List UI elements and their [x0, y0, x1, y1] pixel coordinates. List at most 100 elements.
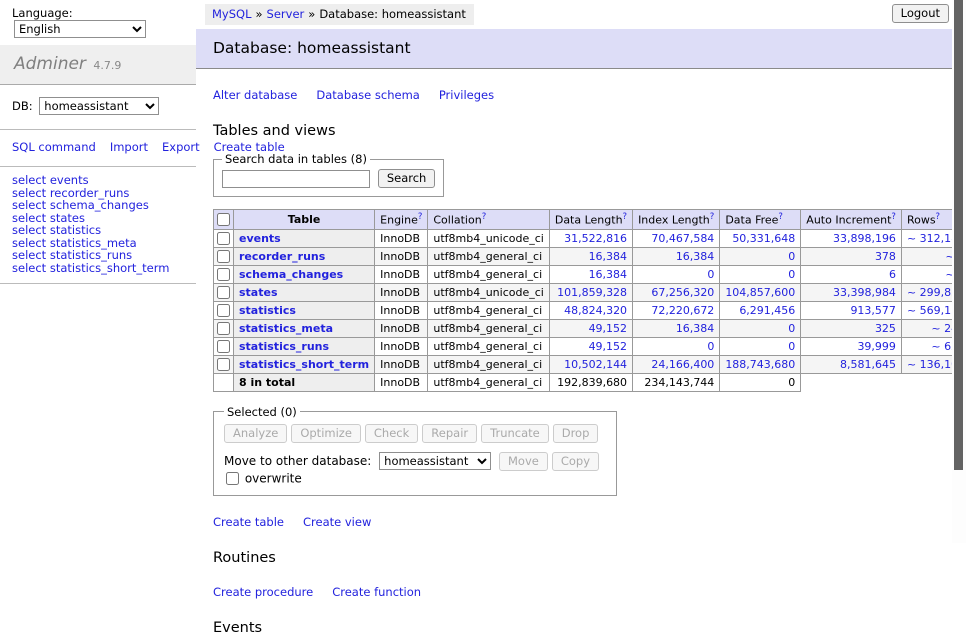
sidebar-link-export[interactable]: Export — [162, 140, 200, 154]
auto-increment-link[interactable]: 39,999 — [857, 340, 896, 353]
column-header-label: Rows — [907, 214, 936, 227]
column-help-link[interactable]: ? — [778, 212, 783, 222]
data-length-link[interactable]: 16,384 — [589, 250, 628, 263]
table-name-link[interactable]: statistics — [239, 304, 296, 317]
data-free-link[interactable]: 0 — [788, 250, 795, 263]
breadcrumb-link-server[interactable]: Server — [267, 7, 305, 21]
create-link-create-view[interactable]: Create view — [303, 515, 371, 529]
index-length-link[interactable]: 24,166,400 — [651, 358, 714, 371]
search-input[interactable] — [222, 170, 370, 188]
row-checkbox-cell — [214, 355, 234, 373]
table-name-link[interactable]: recorder_runs — [239, 250, 325, 263]
data-free-link[interactable]: 188,743,680 — [725, 358, 795, 371]
action-link-alter-database[interactable]: Alter database — [213, 88, 297, 102]
row-checkbox[interactable] — [217, 268, 230, 281]
data-free-link[interactable]: 0 — [788, 322, 795, 335]
row-checkbox[interactable] — [217, 304, 230, 317]
table-name-link[interactable]: statistics_runs — [239, 340, 329, 353]
move-db-select[interactable]: homeassistant — [379, 452, 491, 470]
auto-increment-link[interactable]: 33,398,984 — [833, 286, 896, 299]
column-help-link[interactable]: ? — [710, 212, 715, 222]
index-length-link[interactable]: 0 — [707, 268, 714, 281]
breadcrumb-link-mysql[interactable]: MySQL — [212, 7, 252, 21]
repair-button[interactable]: Repair — [422, 424, 477, 443]
data-length-link[interactable]: 31,522,816 — [564, 232, 627, 245]
move-button[interactable]: Move — [499, 452, 548, 471]
sidebar-select-schema_changes[interactable]: select schema_changes — [12, 199, 184, 212]
row-checkbox[interactable] — [217, 250, 230, 263]
column-help-link[interactable]: ? — [418, 212, 423, 222]
db-select[interactable]: homeassistant — [39, 97, 159, 115]
routine-link-create-procedure[interactable]: Create procedure — [213, 585, 313, 599]
breadcrumb-separator: » — [308, 7, 315, 21]
data-free-link[interactable]: 0 — [788, 268, 795, 281]
action-link-privileges[interactable]: Privileges — [439, 88, 494, 102]
auto-increment-link[interactable]: 378 — [875, 250, 896, 263]
column-help-link[interactable]: ? — [623, 212, 628, 222]
data-length-cell: 16,384 — [549, 265, 632, 283]
logout-button[interactable]: Logout — [892, 4, 949, 23]
index-length-link[interactable]: 16,384 — [676, 250, 715, 263]
table-name-link[interactable]: statistics_meta — [239, 322, 333, 335]
sidebar-select-statistics_runs[interactable]: select statistics_runs — [12, 249, 184, 262]
app-version: 4.7.9 — [93, 59, 121, 72]
row-checkbox[interactable] — [217, 358, 230, 371]
create-link-create-table[interactable]: Create table — [213, 515, 284, 529]
vertical-scrollbar[interactable] — [952, 0, 966, 543]
table-name-link[interactable]: statistics_short_term — [239, 358, 369, 371]
sidebar-select-events[interactable]: select events — [12, 174, 184, 187]
overwrite-checkbox[interactable] — [226, 472, 239, 485]
column-help-link[interactable]: ? — [936, 212, 941, 222]
data-length-link[interactable]: 101,859,328 — [557, 286, 627, 299]
breadcrumb: MySQL»Server»Database: homeassistant — [205, 4, 474, 25]
language-select[interactable]: English — [14, 20, 146, 38]
auto-increment-link[interactable]: 913,577 — [850, 304, 896, 317]
row-checkbox[interactable] — [217, 340, 230, 353]
data-length-link[interactable]: 49,152 — [589, 340, 628, 353]
search-button[interactable]: Search — [378, 169, 436, 188]
analyze-button[interactable]: Analyze — [224, 424, 287, 443]
row-checkbox[interactable] — [217, 232, 230, 245]
row-checkbox[interactable] — [217, 286, 230, 299]
index-length-link[interactable]: 72,220,672 — [651, 304, 714, 317]
sidebar-select-statistics_short_term[interactable]: select statistics_short_term — [12, 262, 184, 275]
sidebar-link-sql-command[interactable]: SQL command — [12, 140, 96, 154]
data-length-link[interactable]: 48,824,320 — [564, 304, 627, 317]
routine-link-create-function[interactable]: Create function — [332, 585, 421, 599]
column-help-link[interactable]: ? — [891, 212, 896, 222]
auto-increment-link[interactable]: 325 — [875, 322, 896, 335]
data-free-link[interactable]: 50,331,648 — [732, 232, 795, 245]
table-name-link[interactable]: schema_changes — [239, 268, 343, 281]
data-length-link[interactable]: 10,502,144 — [564, 358, 627, 371]
column-header-label: Engine — [380, 214, 418, 227]
index-length-link[interactable]: 70,467,584 — [651, 232, 714, 245]
data-length-link[interactable]: 49,152 — [589, 322, 628, 335]
data-free-link[interactable]: 104,857,600 — [725, 286, 795, 299]
copy-button[interactable]: Copy — [552, 452, 599, 471]
optimize-button[interactable]: Optimize — [291, 424, 361, 443]
data-free-link[interactable]: 0 — [788, 340, 795, 353]
scrollbar-thumb[interactable] — [954, 0, 963, 470]
index-length-link[interactable]: 67,256,320 — [651, 286, 714, 299]
engine-cell: InnoDB — [375, 229, 428, 247]
auto-increment-link[interactable]: 8,581,645 — [840, 358, 896, 371]
index-length-link[interactable]: 0 — [707, 340, 714, 353]
auto-increment-link[interactable]: 33,898,196 — [833, 232, 896, 245]
auto-increment-link[interactable]: 6 — [889, 268, 896, 281]
data-length-link[interactable]: 16,384 — [589, 268, 628, 281]
index-length-link[interactable]: 16,384 — [676, 322, 715, 335]
table-name-link[interactable]: states — [239, 286, 278, 299]
truncate-button[interactable]: Truncate — [481, 424, 549, 443]
adminer-logo-link[interactable]: Adminer — [14, 54, 86, 74]
sidebar-select-statistics[interactable]: select statistics — [12, 224, 184, 237]
row-checkbox[interactable] — [217, 322, 230, 335]
column-help-link[interactable]: ? — [482, 212, 487, 222]
drop-button[interactable]: Drop — [553, 424, 599, 443]
check-button[interactable]: Check — [365, 424, 418, 443]
data-free-link[interactable]: 6,291,456 — [739, 304, 795, 317]
sidebar-link-import[interactable]: Import — [110, 140, 148, 154]
collation-cell: utf8mb4_unicode_ci — [428, 229, 549, 247]
table-name-link[interactable]: events — [239, 232, 281, 245]
select-all-checkbox[interactable] — [217, 213, 230, 226]
action-link-database-schema[interactable]: Database schema — [316, 88, 419, 102]
